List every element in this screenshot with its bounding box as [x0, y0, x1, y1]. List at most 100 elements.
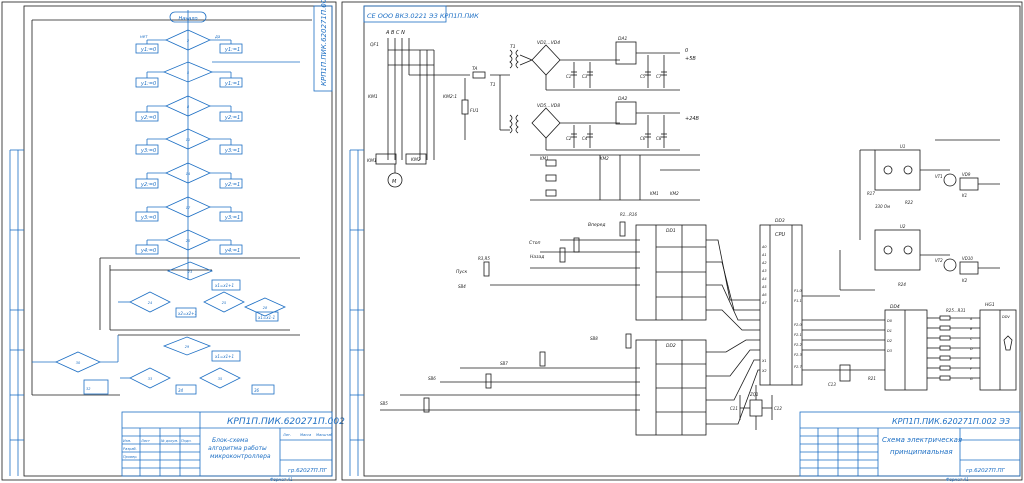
svg-text:CPU: CPU [775, 232, 786, 238]
svg-text:28: 28 [263, 306, 268, 310]
svg-text:SB7: SB7 [500, 361, 508, 366]
sheet1-title-line3: микроконтроллера [210, 453, 271, 460]
sheet1-title-line2: алгоритма работы [208, 445, 267, 452]
svg-text:C4: C4 [582, 136, 588, 141]
svg-text:A3: A3 [761, 269, 767, 273]
svg-text:24: 24 [148, 301, 152, 305]
y1-1-label: y1:=1 [224, 47, 240, 53]
svg-text:DA2: DA2 [618, 96, 628, 102]
svg-text:DDV: DDV [1002, 315, 1010, 319]
svg-text:32: 32 [86, 387, 91, 391]
svg-text:20: 20 [186, 239, 191, 243]
flowchart: Начало y1:=0 y1:=1 нет да 2 y1:=0 y1:=1 … [31, 10, 312, 396]
input-buttons: Пуск Назад Вперед Стоп R3,R5 R1...R16 SB… [380, 212, 640, 413]
svg-text:SB4: SB4 [458, 284, 466, 289]
svg-text:y3:=0: y3:=0 [140, 148, 156, 154]
svg-text:R25...R31: R25...R31 [946, 308, 966, 313]
svg-text:y3:=1: y3:=1 [224, 215, 240, 221]
svg-text:30: 30 [76, 361, 81, 365]
power-section: A B C N QF1 KM1 KM2:1 KM1 KM2 M T1 TA FU… [367, 30, 519, 188]
svg-text:U1: U1 [900, 144, 905, 149]
svg-text:8: 8 [187, 105, 190, 109]
sheet1-vertical-code: КРП1П.ПИК.620271П.002 [320, 0, 328, 86]
svg-text:Масса: Масса [300, 433, 311, 437]
svg-text:SB5: SB5 [380, 401, 388, 406]
svg-text:KM1: KM1 [367, 158, 377, 164]
y1-0-label: y1:=0 [140, 47, 156, 53]
svg-text:T1: T1 [510, 44, 516, 50]
svg-text:QF1: QF1 [370, 42, 379, 48]
svg-text:C11: C11 [730, 406, 738, 411]
svg-text:y2:=0: y2:=0 [140, 182, 156, 188]
svg-text:Вперед: Вперед [588, 222, 606, 228]
svg-text:A7: A7 [761, 301, 767, 305]
svg-text:TA: TA [472, 66, 477, 72]
svg-text:y2:=1: y2:=1 [224, 115, 240, 121]
svg-text:P1.1: P1.1 [794, 299, 802, 303]
svg-text:R3,R5: R3,R5 [478, 256, 490, 261]
svg-text:x1=x1-1: x1=x1-1 [257, 315, 275, 320]
svg-text:y4:=0: y4:=0 [140, 248, 156, 254]
svg-text:y1:=0: y1:=0 [140, 81, 156, 87]
svg-text:Назад: Назад [530, 254, 544, 260]
svg-text:36: 36 [254, 388, 260, 393]
svg-text:+5В: +5В [685, 56, 696, 62]
sheet2-top-code: СЕ ООО ВКЗ.0221 ЭЗ КРП1П.ПИК [367, 12, 479, 20]
svg-text:Пуск: Пуск [456, 269, 468, 275]
svg-text:M: M [392, 179, 397, 185]
svg-text:Масштаб: Масштаб [316, 433, 333, 437]
svg-text:X1: X1 [761, 359, 767, 363]
svg-text:34: 34 [178, 388, 184, 393]
svg-text:C7: C7 [656, 74, 662, 79]
svg-text:KM2: KM2 [600, 156, 609, 161]
svg-text:Изм.: Изм. [123, 439, 131, 443]
decision-row-6: y3:=0 y3:=1 17 [135, 196, 243, 222]
decision-row-7: y4:=0 y4:=1 20 [135, 229, 243, 255]
svg-text:SB6: SB6 [428, 376, 436, 381]
svg-text:Лит.: Лит. [282, 433, 291, 437]
svg-text:A4: A4 [761, 277, 767, 281]
decision-row-10: 29 30 x1=x1+1 32 34 36 33 35 [32, 335, 275, 395]
svg-text:Разраб.: Разраб. [123, 447, 137, 451]
svg-text:KM1: KM1 [540, 156, 549, 161]
svg-text:+24В: +24В [685, 116, 700, 122]
sheet2-title-code: КРП1П.ПИК.620271П.002 ЭЗ [892, 417, 1010, 426]
decision-row-4: y3:=0 y3:=1 11 [135, 128, 243, 155]
svg-text:y3:=0: y3:=0 [140, 215, 156, 221]
svg-text:A0: A0 [761, 245, 767, 249]
svg-text:DD1: DD1 [666, 228, 676, 234]
svg-text:K1: K1 [962, 193, 967, 198]
svg-text:C1: C1 [566, 74, 571, 79]
svg-text:29: 29 [185, 345, 190, 349]
svg-text:A5: A5 [761, 285, 767, 289]
svg-text:R24: R24 [898, 282, 906, 287]
svg-text:VT2: VT2 [935, 258, 943, 263]
decision-row-2: y1:=0 y1:=1 5 [135, 61, 300, 88]
svg-text:P2.2: P2.2 [794, 343, 802, 347]
svg-text:C13: C13 [828, 382, 836, 387]
svg-text:KM1: KM1 [368, 94, 378, 100]
start-label: Начало [178, 16, 197, 22]
sheet1-group: гр.62027П.ПГ [288, 468, 328, 474]
svg-text:A B C N: A B C N [385, 30, 405, 36]
svg-text:Провер.: Провер. [123, 455, 138, 459]
svg-text:23: 23 [188, 270, 192, 274]
output-stage-1: U1 VT1 VD9 K1 R22 R17 330 Ом [859, 139, 1000, 240]
sheet2-title-line1: Схема электрическая [882, 436, 962, 444]
svg-text:C12: C12 [774, 406, 782, 411]
svg-text:P2.1: P2.1 [794, 333, 802, 337]
svg-text:y4:=1: y4:=1 [224, 248, 240, 254]
svg-text:T1: T1 [490, 82, 496, 88]
svg-text:A2: A2 [761, 261, 767, 265]
svg-text:P1.0: P1.0 [794, 289, 802, 293]
svg-text:DD3: DD3 [775, 218, 785, 224]
dd2-chip: DD2 [635, 339, 707, 436]
decision-row-9: x2=x2+1 x1=x1-1 24 25 28 [118, 291, 286, 322]
svg-text:VD1...VD4: VD1...VD4 [537, 40, 560, 46]
svg-text:A6: A6 [761, 293, 767, 297]
svg-text:x1=x1+1: x1=x1+1 [214, 283, 234, 288]
svg-text:25: 25 [222, 301, 227, 305]
svg-text:D3: D3 [887, 349, 892, 353]
decision-row-1: y1:=0 y1:=1 нет да 2 [135, 29, 243, 54]
svg-text:Подп.: Подп. [181, 439, 192, 443]
